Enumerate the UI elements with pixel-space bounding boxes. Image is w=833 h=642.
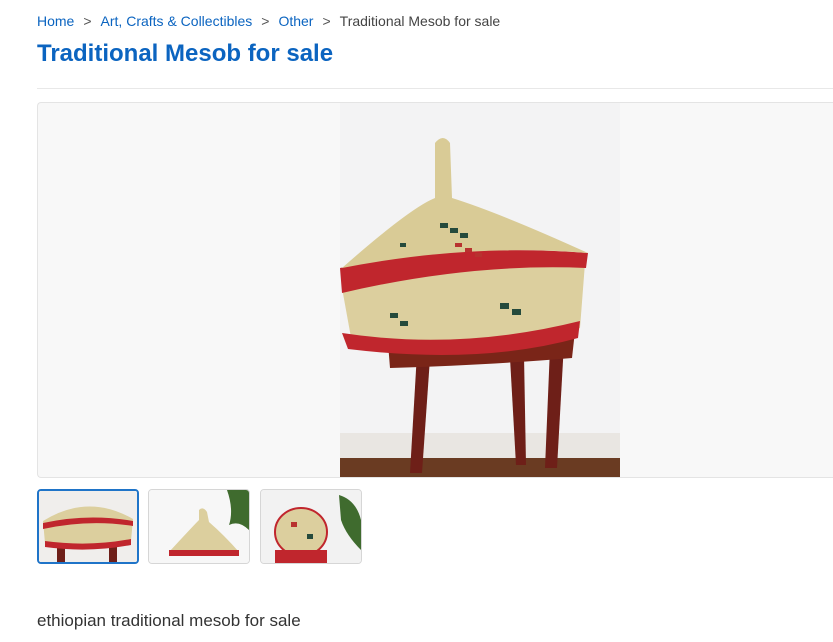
thumbnail-image [261, 490, 361, 563]
breadcrumb-category-link[interactable]: Art, Crafts & Collectibles [101, 13, 253, 29]
title-divider [37, 88, 833, 89]
thumbnail-image [39, 491, 137, 562]
breadcrumb-separator: > [322, 13, 331, 29]
breadcrumb-separator: > [261, 13, 270, 29]
thumbnail-3[interactable] [260, 489, 362, 564]
breadcrumb-home-link[interactable]: Home [37, 13, 74, 29]
thumbnail-image [149, 490, 249, 563]
thumbnail-2[interactable] [148, 489, 250, 564]
breadcrumb-current: Traditional Mesob for sale [339, 13, 501, 29]
breadcrumb-separator: > [83, 13, 92, 29]
page-title: Traditional Mesob for sale [37, 40, 334, 67]
breadcrumb: Home > Art, Crafts & Collectibles > Other > Tr… [37, 12, 500, 30]
main-photo[interactable] [340, 103, 620, 477]
listing-description: ethiopian traditional mesob for sale [37, 611, 301, 630]
breadcrumb-subcategory-link[interactable]: Other [278, 13, 313, 29]
mesob-basket-photo [340, 103, 620, 477]
image-viewer[interactable] [37, 102, 833, 478]
thumbnail-1[interactable] [37, 489, 139, 564]
